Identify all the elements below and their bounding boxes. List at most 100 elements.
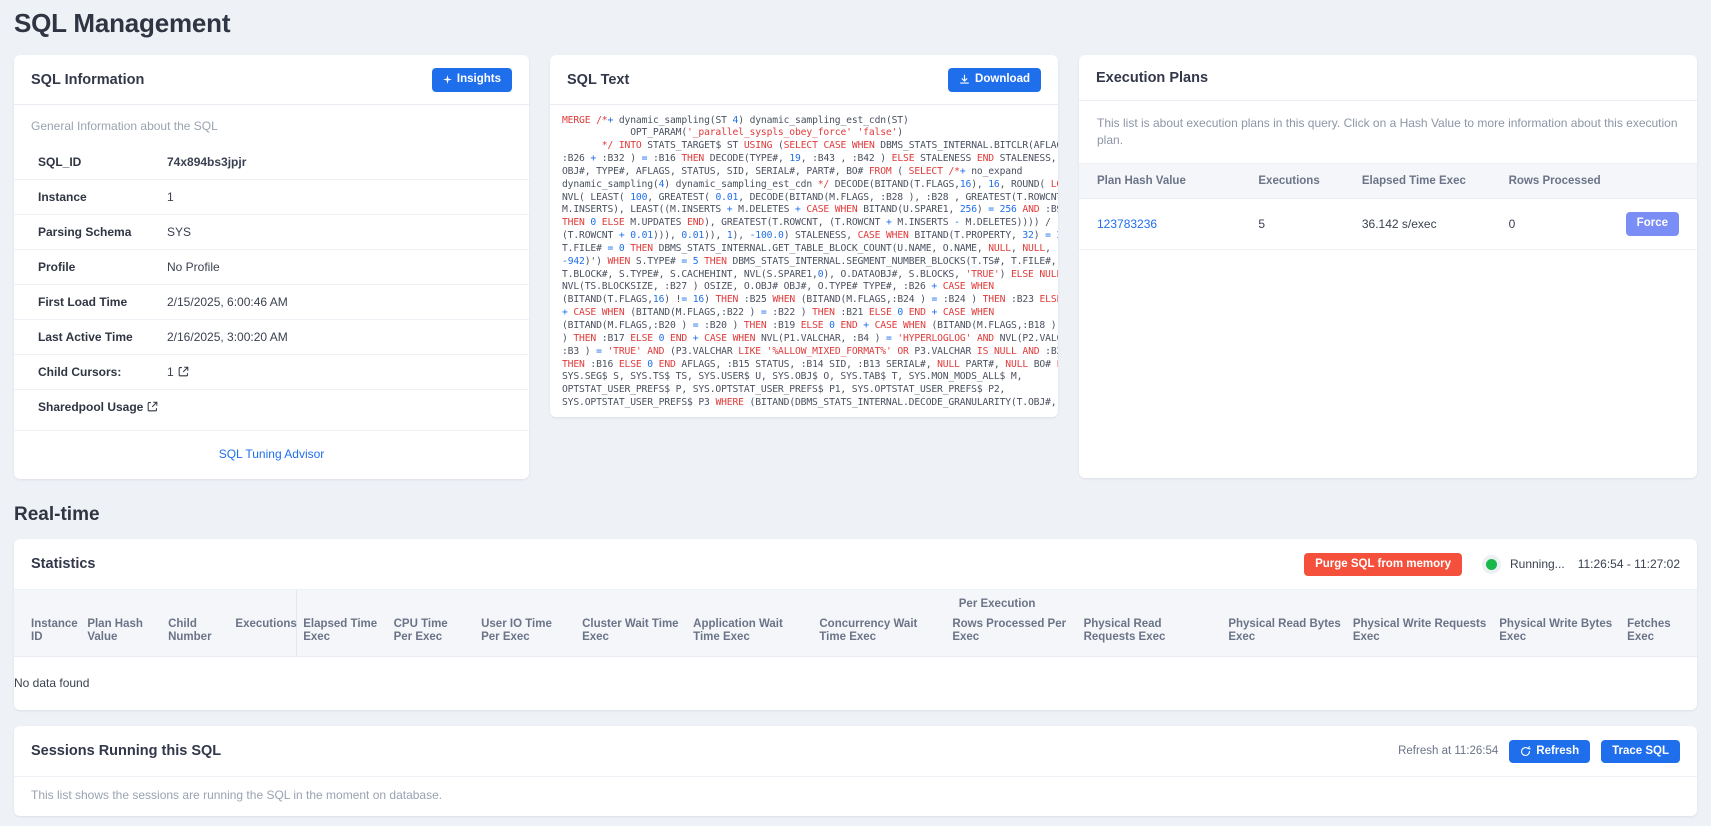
sql-text-header: SQL Text Download bbox=[550, 55, 1058, 105]
column-plan-hash-value[interactable]: Plan Hash Value bbox=[81, 615, 163, 657]
column-cluster-wait-time-exec[interactable]: Cluster Wait Time Exec bbox=[576, 615, 688, 657]
statistics-header-actions: Purge SQL from memory Running... 11:26:5… bbox=[1304, 552, 1680, 576]
column-executions[interactable]: Executions bbox=[229, 615, 297, 657]
sql-text-title: SQL Text bbox=[567, 71, 630, 88]
cell-action: Force bbox=[1615, 198, 1697, 250]
column-instance-id[interactable]: Instance ID bbox=[14, 615, 82, 657]
row-value: 1 bbox=[159, 178, 529, 214]
column-application-wait-time-exec[interactable]: Application Wait Time Exec bbox=[687, 615, 814, 657]
purge-sql-from-memory-button[interactable]: Purge SQL from memory bbox=[1304, 552, 1462, 576]
cell-rows-processed: 0 bbox=[1498, 198, 1616, 250]
sessions-card: Sessions Running this SQL Refresh at 11:… bbox=[14, 725, 1697, 816]
insights-button[interactable]: Insights bbox=[431, 68, 512, 92]
execution-plans-card: Execution Plans This list is about execu… bbox=[1079, 55, 1697, 478]
column-physical-read-bytes-exec[interactable]: Physical Read Bytes Exec bbox=[1222, 615, 1347, 657]
table-row: 123783236 5 36.142 s/exec 0 Force bbox=[1079, 198, 1697, 250]
external-link-icon[interactable] bbox=[147, 401, 158, 412]
statistics-table: Per Execution Instance ID Plan Hash Valu… bbox=[14, 589, 1697, 710]
row-value: SYS bbox=[159, 213, 529, 249]
column-cpu-time-per-exec[interactable]: CPU Time Per Exec bbox=[387, 615, 476, 657]
row-value: 74x894bs3jpjr bbox=[167, 154, 247, 169]
column-physical-read-requests-exec[interactable]: Physical Read Requests Exec bbox=[1077, 615, 1223, 657]
statistics-group-header-row: Per Execution bbox=[14, 589, 1697, 616]
column-concurrency-wait-time-exec[interactable]: Concurrency Wait Time Exec bbox=[813, 615, 947, 657]
table-row: Profile No Profile bbox=[14, 248, 529, 284]
download-button-label: Download bbox=[975, 73, 1030, 85]
group-blank-3 bbox=[162, 589, 230, 616]
sharedpool-usage-label: Sharedpool Usage bbox=[38, 399, 144, 414]
download-button[interactable]: Download bbox=[948, 68, 1041, 92]
sparkle-icon bbox=[442, 75, 452, 85]
row-value: No Profile bbox=[159, 248, 529, 284]
row-value-child-cursors: 1 bbox=[159, 353, 529, 389]
row-value: 2/15/2025, 6:00:46 AM bbox=[159, 283, 529, 319]
column-executions[interactable]: Executions bbox=[1248, 163, 1352, 199]
row-key: SQL_ID bbox=[38, 154, 82, 169]
sql-information-footer: SQL Tuning Advisor bbox=[14, 429, 529, 479]
table-row: Last Active Time 2/16/2025, 3:00:20 AM bbox=[14, 318, 529, 354]
column-child-number[interactable]: Child Number bbox=[162, 615, 230, 657]
column-elapsed-time-exec[interactable]: Elapsed Time Exec bbox=[296, 615, 388, 657]
execution-plans-filler bbox=[1079, 250, 1697, 478]
sessions-title: Sessions Running this SQL bbox=[31, 743, 222, 760]
force-button[interactable]: Force bbox=[1625, 212, 1679, 236]
page-title: SQL Management bbox=[14, 8, 231, 38]
sessions-header: Sessions Running this SQL Refresh at 11:… bbox=[14, 726, 1697, 777]
sessions-description: This list shows the sessions are running… bbox=[14, 776, 1697, 816]
refresh-button-label: Refresh bbox=[1536, 744, 1580, 757]
sql-text-content: MERGE /*+ dynamic_sampling(ST 4) dynamic… bbox=[562, 114, 1058, 409]
statistics-title: Statistics bbox=[31, 556, 96, 573]
statistics-column-header-row: Instance ID Plan Hash Value Child Number… bbox=[14, 615, 1697, 657]
refresh-icon bbox=[1520, 745, 1532, 757]
plan-hash-value-link[interactable]: 123783236 bbox=[1097, 217, 1157, 231]
statistics-card: Statistics Purge SQL from memory Running… bbox=[14, 538, 1697, 710]
child-cursors-count: 1 bbox=[167, 364, 174, 379]
insights-button-label: Insights bbox=[456, 73, 501, 85]
execution-plans-description: This list is about execution plans in th… bbox=[1097, 116, 1678, 147]
execution-plans-title: Execution Plans bbox=[1096, 70, 1209, 86]
sessions-header-actions: Refresh at 11:26:54 Refresh Trace SQL bbox=[1398, 739, 1680, 763]
execution-plans-header: Execution Plans bbox=[1079, 55, 1697, 101]
column-plan-hash-value[interactable]: Plan Hash Value bbox=[1079, 163, 1249, 199]
realtime-section-title: Real-time bbox=[14, 503, 100, 525]
column-rows-processed-per-exec[interactable]: Rows Processed Per Exec bbox=[946, 615, 1078, 657]
row-key: Profile bbox=[14, 248, 159, 284]
column-fetches-exec[interactable]: Fetches Exec bbox=[1621, 615, 1697, 657]
sql-information-title: SQL Information bbox=[31, 71, 145, 88]
column-actions bbox=[1615, 163, 1697, 199]
statistics-header: Statistics Purge SQL from memory Running… bbox=[14, 539, 1697, 590]
sql-information-table: SQL_ID 74x894bs3jpjr Instance 1 Parsing … bbox=[14, 145, 529, 424]
group-blank-1 bbox=[14, 589, 82, 616]
row-value: 2/16/2025, 3:00:20 AM bbox=[159, 318, 529, 354]
cell-plan-hash-value: 123783236 bbox=[1079, 198, 1249, 250]
refresh-at-label: Refresh at 11:26:54 bbox=[1398, 745, 1499, 758]
row-key: Instance bbox=[14, 178, 159, 214]
group-blank-2 bbox=[81, 589, 163, 616]
sql-information-description: General Information about the SQL bbox=[31, 118, 218, 133]
table-row: Instance 1 bbox=[14, 178, 529, 214]
refresh-button[interactable]: Refresh bbox=[1509, 739, 1591, 763]
no-data-message: No data found bbox=[14, 675, 90, 690]
table-header-row: Plan Hash Value Executions Elapsed Time … bbox=[1079, 163, 1697, 199]
table-row: Parsing Schema SYS bbox=[14, 213, 529, 249]
column-physical-write-bytes-exec[interactable]: Physical Write Bytes Exec bbox=[1493, 615, 1622, 657]
column-rows-processed[interactable]: Rows Processed bbox=[1498, 163, 1616, 199]
row-key: Last Active Time bbox=[14, 318, 159, 354]
status-indicator-icon bbox=[1481, 554, 1501, 574]
group-blank-4 bbox=[229, 589, 297, 616]
column-elapsed-time-exec[interactable]: Elapsed Time Exec bbox=[1351, 163, 1499, 199]
sql-tuning-advisor-link[interactable]: SQL Tuning Advisor bbox=[219, 447, 325, 461]
download-icon bbox=[959, 74, 970, 85]
row-key-sharedpool: Sharedpool Usage bbox=[14, 388, 529, 424]
row-key: Child Cursors: bbox=[14, 353, 159, 389]
trace-sql-button[interactable]: Trace SQL bbox=[1601, 739, 1680, 763]
column-physical-write-requests-exec[interactable]: Physical Write Requests Exec bbox=[1346, 615, 1494, 657]
row-key: Parsing Schema bbox=[14, 213, 159, 249]
external-link-icon[interactable] bbox=[178, 366, 189, 377]
sql-text-body[interactable]: MERGE /*+ dynamic_sampling(ST 4) dynamic… bbox=[550, 105, 1058, 417]
table-row: Child Cursors: 1 bbox=[14, 353, 529, 389]
status-time-range: 11:26:54 - 11:27:02 bbox=[1577, 557, 1680, 572]
top-row: SQL Information Insights General Informa… bbox=[0, 55, 1711, 479]
column-user-io-time-per-exec[interactable]: User IO Time Per Exec bbox=[475, 615, 577, 657]
group-per-execution: Per Execution bbox=[296, 589, 1697, 616]
